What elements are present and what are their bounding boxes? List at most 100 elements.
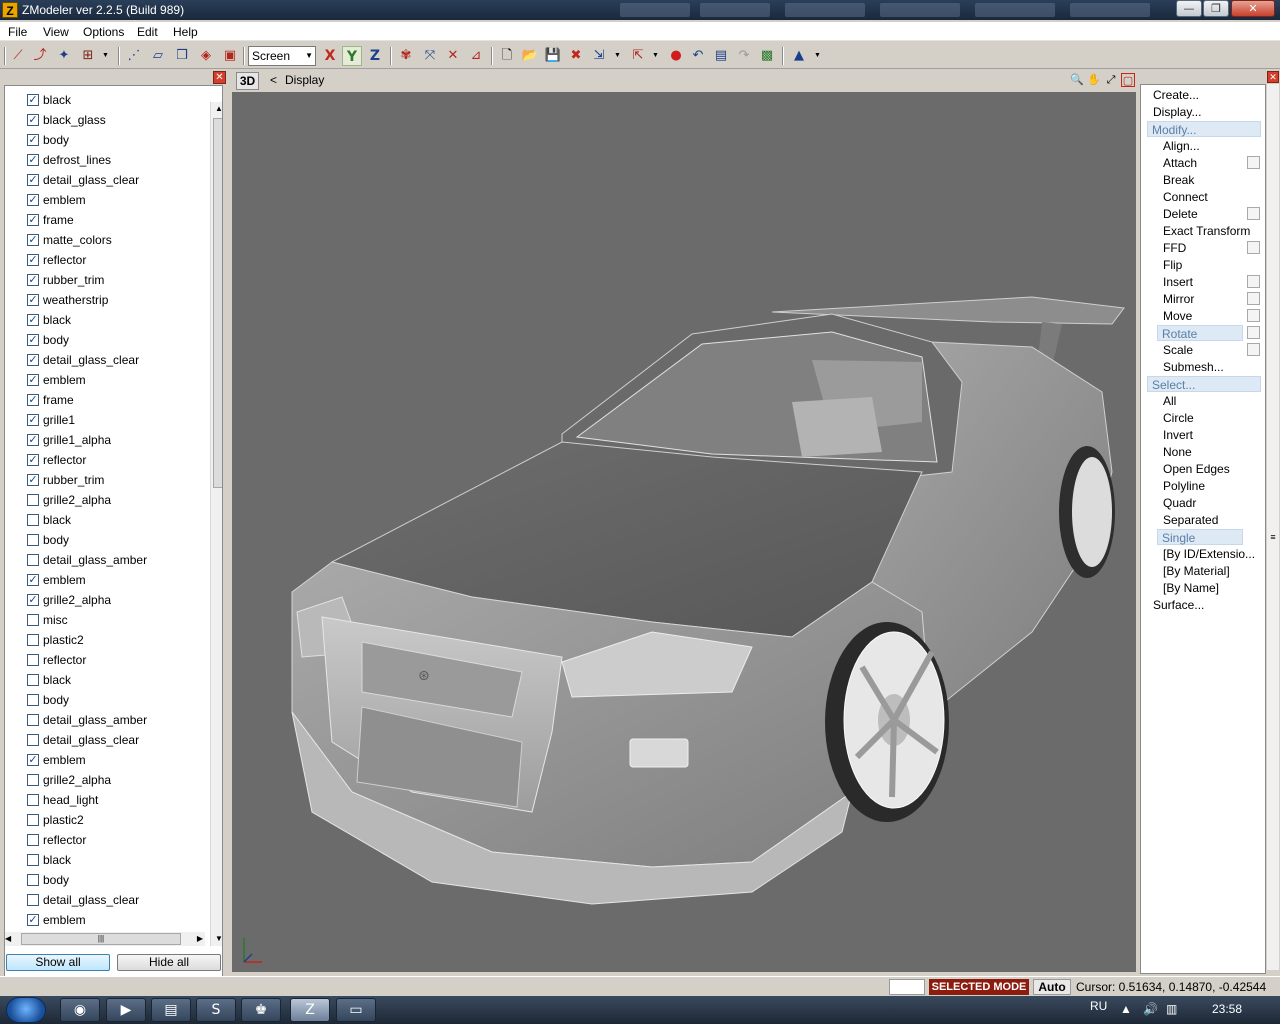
checkbox-checked[interactable]: ✓ (27, 914, 39, 926)
pan-hand-icon[interactable]: ✋ (1087, 73, 1101, 87)
close-button[interactable]: ✕ (1231, 0, 1275, 17)
export-icon[interactable]: ⇱ (628, 46, 648, 66)
checkbox-checked[interactable]: ✓ (27, 594, 39, 606)
material-list-item[interactable]: ✓ grille2_alpha (21, 591, 211, 609)
menu-help[interactable]: Help (173, 25, 198, 39)
command-options-button[interactable] (1247, 241, 1260, 254)
material-list-item[interactable]: black (21, 511, 211, 529)
material-list-item[interactable]: misc (21, 611, 211, 629)
command-break[interactable]: Break (1163, 172, 1194, 188)
material-list-item[interactable]: ✓ body (21, 131, 211, 149)
zoom-icon[interactable]: 🔍 (1070, 73, 1084, 87)
axis-x-toggle[interactable]: X (320, 46, 340, 66)
command-list-scrollbar[interactable]: ≡ (1267, 84, 1279, 970)
command-create[interactable]: Create... (1153, 87, 1199, 103)
material-list-hscrollbar[interactable]: ◀ ||| ▶ (5, 932, 205, 946)
command-submesh[interactable]: Submesh... (1163, 359, 1224, 375)
pivot-icon[interactable]: ✾ (396, 46, 416, 66)
command-by-id-extensio[interactable]: [By ID/Extensio... (1163, 546, 1255, 562)
delete-icon[interactable]: ✖ (566, 46, 586, 66)
command-options-button[interactable] (1247, 292, 1260, 305)
render-icon[interactable]: ● (666, 46, 686, 66)
checkbox-checked[interactable]: ✓ (27, 234, 39, 246)
scroll-left-icon[interactable]: ◀ (5, 932, 11, 946)
material-list-item[interactable]: detail_glass_clear (21, 731, 211, 749)
firefox-task-icon[interactable]: ◉ (60, 998, 100, 1022)
checkbox-unchecked[interactable] (27, 854, 39, 866)
axis-z-toggle[interactable]: Z (365, 46, 385, 66)
checkbox-unchecked[interactable] (27, 814, 39, 826)
checkbox-unchecked[interactable] (27, 874, 39, 886)
checkbox-unchecked[interactable] (27, 494, 39, 506)
menu-file[interactable]: File (8, 25, 27, 39)
hscrollbar-thumb[interactable]: ||| (21, 933, 181, 945)
window-task-icon[interactable]: ▭ (336, 998, 376, 1022)
material-list-item[interactable]: ✓ frame (21, 391, 211, 409)
checkbox-unchecked[interactable] (27, 554, 39, 566)
command-display[interactable]: Display... (1153, 104, 1201, 120)
command-options-button[interactable] (1247, 156, 1260, 169)
command-delete[interactable]: Delete (1163, 206, 1198, 222)
checkbox-checked[interactable]: ✓ (27, 154, 39, 166)
checkbox-unchecked[interactable] (27, 694, 39, 706)
material-list-item[interactable]: ✓ black (21, 91, 211, 109)
checkbox-checked[interactable]: ✓ (27, 354, 39, 366)
material-list-item[interactable]: ✓ body (21, 331, 211, 349)
redo-icon[interactable]: ↷ (734, 46, 754, 66)
material-list-item[interactable]: detail_glass_amber (21, 551, 211, 569)
command-all[interactable]: All (1163, 393, 1176, 409)
checkbox-checked[interactable]: ✓ (27, 174, 39, 186)
material-list-item[interactable]: ✓ emblem (21, 911, 211, 929)
command-circle[interactable]: Circle (1163, 410, 1194, 426)
material-list-item[interactable]: ✓ emblem (21, 371, 211, 389)
input-language[interactable]: RU (1090, 999, 1107, 1013)
maximize-viewport-icon[interactable]: ⤢ (1104, 73, 1118, 87)
command-modify[interactable]: Modify... (1147, 121, 1261, 137)
checkbox-checked[interactable]: ✓ (27, 134, 39, 146)
chevron-down-icon[interactable]: ▼ (614, 48, 622, 64)
material-list-item[interactable]: ✓ black (21, 311, 211, 329)
command-by-material[interactable]: [By Material] (1163, 563, 1230, 579)
world-axis-icon[interactable]: ⊿ (466, 46, 486, 66)
minimize-button[interactable]: — (1176, 0, 1202, 17)
properties-icon[interactable]: ▤ (711, 46, 731, 66)
start-button[interactable] (6, 997, 46, 1023)
clock[interactable]: 23:58 (1212, 1002, 1242, 1016)
material-list-item[interactable]: plastic2 (21, 631, 211, 649)
volume-icon[interactable]: 🔊 (1143, 1002, 1158, 1016)
checkbox-checked[interactable]: ✓ (27, 334, 39, 346)
media-player-task-icon[interactable]: ▶ (106, 998, 146, 1022)
scroll-right-icon[interactable]: ▶ (197, 932, 203, 946)
zmodeler-task-icon[interactable]: Z (290, 998, 330, 1022)
material-list-item[interactable]: ✓ black_glass (21, 111, 211, 129)
plugin-icon[interactable]: ▩ (757, 46, 777, 66)
checkbox-unchecked[interactable] (27, 614, 39, 626)
checkbox-checked[interactable]: ✓ (27, 394, 39, 406)
network-icon[interactable]: ▥ (1166, 1002, 1177, 1016)
material-list-item[interactable]: grille2_alpha (21, 771, 211, 789)
material-list-scrollbar[interactable]: ▲ ▼ (210, 102, 222, 946)
checkbox-checked[interactable]: ✓ (27, 454, 39, 466)
checkbox-unchecked[interactable] (27, 794, 39, 806)
command-flip[interactable]: Flip (1163, 257, 1182, 273)
select-edge-icon[interactable]: ⤴ (30, 46, 50, 66)
box-mode-icon[interactable]: ▣ (220, 46, 240, 66)
checkbox-unchecked[interactable] (27, 774, 39, 786)
checkbox-unchecked[interactable] (27, 534, 39, 546)
close-icon[interactable]: ✕ (1267, 71, 1279, 83)
checkbox-checked[interactable]: ✓ (27, 294, 39, 306)
checkbox-checked[interactable]: ✓ (27, 314, 39, 326)
menu-view[interactable]: View (43, 25, 69, 39)
maximize-button[interactable]: ❐ (1203, 0, 1229, 17)
command-single[interactable]: Single (1157, 529, 1243, 545)
material-list-item[interactable]: ✓ matte_colors (21, 231, 211, 249)
material-list-item[interactable]: body (21, 531, 211, 549)
command-separated[interactable]: Separated (1163, 512, 1218, 528)
checkbox-unchecked[interactable] (27, 734, 39, 746)
command-insert[interactable]: Insert (1163, 274, 1193, 290)
command-options-button[interactable] (1247, 275, 1260, 288)
select-object-icon[interactable]: ⊞ (78, 46, 98, 66)
checkbox-unchecked[interactable] (27, 894, 39, 906)
material-list-item[interactable]: detail_glass_clear (21, 891, 211, 909)
skype-task-icon[interactable]: S (196, 998, 236, 1022)
